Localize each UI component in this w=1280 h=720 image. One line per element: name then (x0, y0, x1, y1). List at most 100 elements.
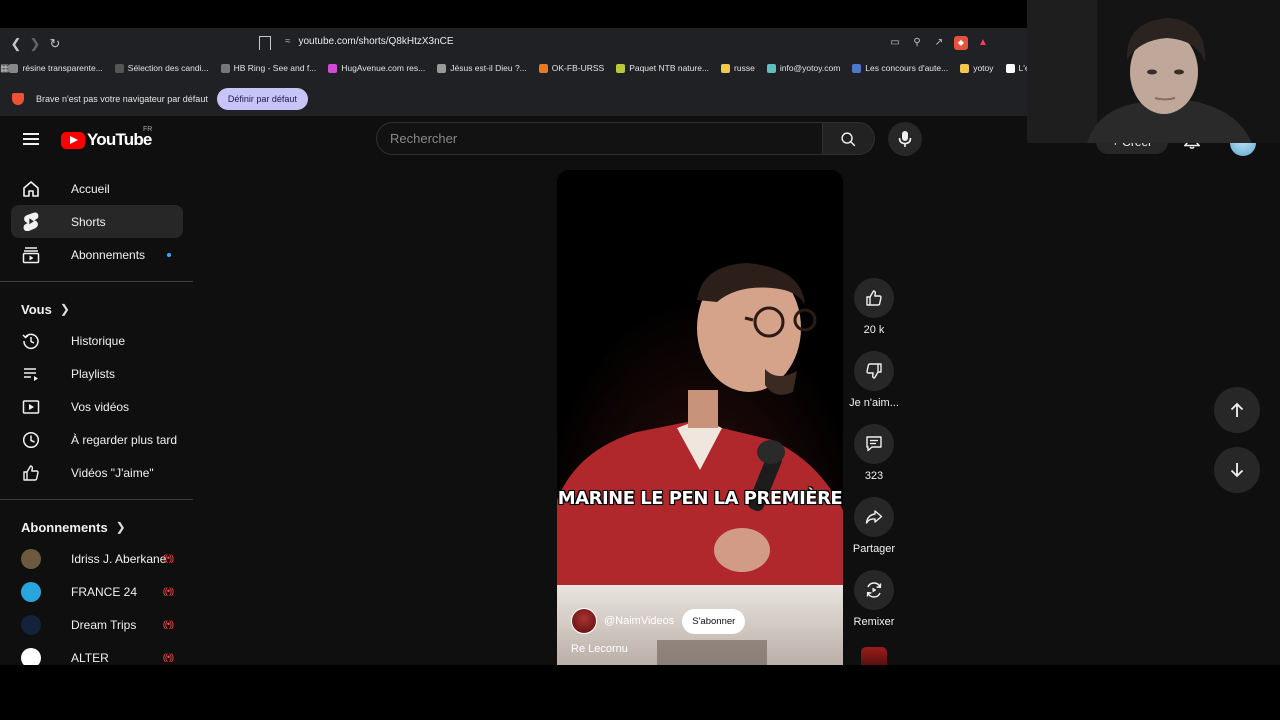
channel-handle[interactable]: @NaimVideos (604, 615, 674, 627)
sidebar-item-label: Playlists (71, 366, 116, 381)
subscribe-button[interactable]: S'abonner (682, 608, 746, 634)
bookmark-item[interactable]: Sélection des candi... (114, 63, 209, 73)
like-count: 20 k (863, 324, 885, 336)
bookmark-folder[interactable]: yotoy (960, 63, 994, 73)
subscription-label: Dream Trips (71, 617, 137, 632)
sidebar-item-label: Vidéos "J'aime" (71, 465, 154, 480)
dislike-button[interactable] (854, 351, 894, 391)
bookmark-item[interactable]: Jésus est-il Dieu ?... (437, 63, 527, 73)
video-caption: MARINE LE PEN LA PREMIÈRE (557, 488, 843, 509)
remix-label: Remixer (853, 616, 895, 628)
bookmark-item[interactable]: HB Ring - See and f... (220, 63, 316, 73)
subscription-item[interactable]: Dream Trips ((•)) (11, 608, 183, 641)
shorts-icon (21, 212, 41, 232)
sidebar-item-watch-later[interactable]: À regarder plus tard (11, 423, 183, 456)
remix-button[interactable] (854, 570, 894, 610)
sidebar-item-shorts[interactable]: Shorts (11, 205, 183, 238)
bookmark-item[interactable]: Paquet NTB nature... (616, 63, 709, 73)
search-button[interactable] (823, 122, 875, 155)
voice-search-button[interactable] (888, 122, 922, 156)
live-icon: ((•)) (162, 619, 174, 629)
comments-button[interactable] (854, 424, 894, 464)
sidebar-item-label: Shorts (71, 214, 106, 229)
subscriptions-icon (21, 245, 41, 265)
sidebar: Accueil Shorts Abonnements Vous ❯ Histor… (0, 172, 195, 665)
bookmarks-bar: ▦ résine transparente... Sélection des c… (0, 60, 1027, 76)
bookmark-item[interactable]: OK-FB-URSS (538, 63, 604, 73)
remix-action: Remixer (848, 570, 900, 628)
sidebar-item-abonnements[interactable]: Abonnements (11, 238, 183, 271)
search-icon (841, 132, 856, 147)
chevron-right-icon: ❯ (115, 520, 126, 534)
previous-short-button[interactable] (1214, 387, 1260, 433)
thumbs-up-icon (866, 290, 882, 306)
back-icon[interactable]: ❮ (8, 36, 24, 52)
sidebar-item-label: Accueil (71, 181, 110, 196)
infobar-message: Brave n'est pas votre navigateur par déf… (36, 94, 208, 104)
dislike-label: Je n'aim... (849, 397, 899, 409)
bookmark-folder[interactable]: russe (721, 63, 755, 73)
sidebar-item-liked-videos[interactable]: Vidéos "J'aime" (11, 456, 183, 489)
chevron-right-icon: ❯ (59, 302, 70, 316)
you-section-heading[interactable]: Vous ❯ (21, 294, 195, 324)
next-short-button[interactable] (1214, 447, 1260, 493)
sidebar-divider (0, 281, 193, 282)
share-icon[interactable]: ↗ (932, 36, 946, 50)
reload-icon[interactable]: ↻ (47, 36, 63, 52)
set-default-button[interactable]: Définir par défaut (216, 88, 308, 110)
channel-avatar (21, 647, 41, 665)
bookmark-item[interactable]: info@yotoy.com (766, 63, 840, 73)
forward-icon[interactable]: ❯ (27, 36, 43, 52)
short-title[interactable]: Re Lecornu (571, 643, 628, 655)
subscription-item[interactable]: Idriss J. Aberkane ((•)) (11, 542, 183, 575)
site-settings-icon[interactable]: ≈ (285, 36, 291, 47)
search-input[interactable] (377, 123, 822, 154)
sidebar-item-label: À regarder plus tard (71, 432, 178, 447)
sidebar-item-accueil[interactable]: Accueil (11, 172, 183, 205)
address-bar[interactable]: ≈ youtube.com/shorts/Q8kHtzX3nCE (285, 36, 454, 47)
bookmark-page-icon[interactable] (259, 36, 271, 50)
subscription-label: ALTER (71, 650, 109, 665)
live-icon: ((•)) (162, 586, 174, 596)
share-label: Partager (852, 543, 896, 555)
url-text: youtube.com/shorts/Q8kHtzX3nCE (298, 36, 454, 47)
country-code: FR (143, 126, 153, 133)
webcam-person-image (1027, 0, 1280, 143)
microphone-icon (898, 131, 912, 147)
bookmark-item[interactable]: Les concours d'aute... (852, 63, 948, 73)
cast-icon[interactable]: ▭ (888, 36, 902, 50)
zoom-icon[interactable]: ⚲ (910, 36, 924, 50)
apps-grid-icon[interactable]: ▦ (0, 63, 9, 74)
comments-action: 323 (848, 424, 900, 482)
sidebar-item-playlists[interactable]: Playlists (11, 357, 183, 390)
webcam-overlay (1027, 0, 1280, 143)
bookmark-item[interactable]: HugAvenue.com res... (328, 63, 425, 73)
video-frame (557, 170, 843, 665)
bookmark-item[interactable]: L'e (1005, 63, 1027, 73)
youtube-logo[interactable]: YouTube FR (61, 126, 152, 150)
subscription-item[interactable]: FRANCE 24 ((•)) (11, 575, 183, 608)
subscription-item[interactable]: ALTER ((•)) (11, 641, 183, 665)
subscriptions-section-heading[interactable]: Abonnements ❯ (21, 512, 195, 542)
menu-icon[interactable] (23, 133, 39, 145)
new-content-dot (167, 253, 171, 257)
share-action: Partager (848, 497, 900, 555)
search-box (376, 122, 823, 155)
comment-count: 323 (864, 470, 884, 482)
short-video-player[interactable]: MARINE LE PEN LA PREMIÈRE @NaimVideos S'… (557, 170, 843, 665)
arrow-down-icon (1230, 463, 1244, 478)
sidebar-divider (0, 499, 193, 500)
remix-icon (866, 582, 882, 598)
sound-thumbnail[interactable] (861, 647, 887, 665)
brave-rewards-icon[interactable]: ▲ (976, 36, 990, 50)
sidebar-item-vos-videos[interactable]: Vos vidéos (11, 390, 183, 423)
youtube-play-icon (61, 131, 85, 149)
like-button[interactable] (854, 278, 894, 318)
share-button[interactable] (854, 497, 894, 537)
brave-shields-icon[interactable]: ◆ (954, 36, 968, 50)
share-arrow-icon (865, 510, 883, 524)
sidebar-item-historique[interactable]: Historique (11, 324, 183, 357)
bookmark-item[interactable]: résine transparente... (9, 63, 103, 73)
channel-avatar[interactable] (571, 608, 597, 634)
channel-avatar (21, 614, 41, 635)
